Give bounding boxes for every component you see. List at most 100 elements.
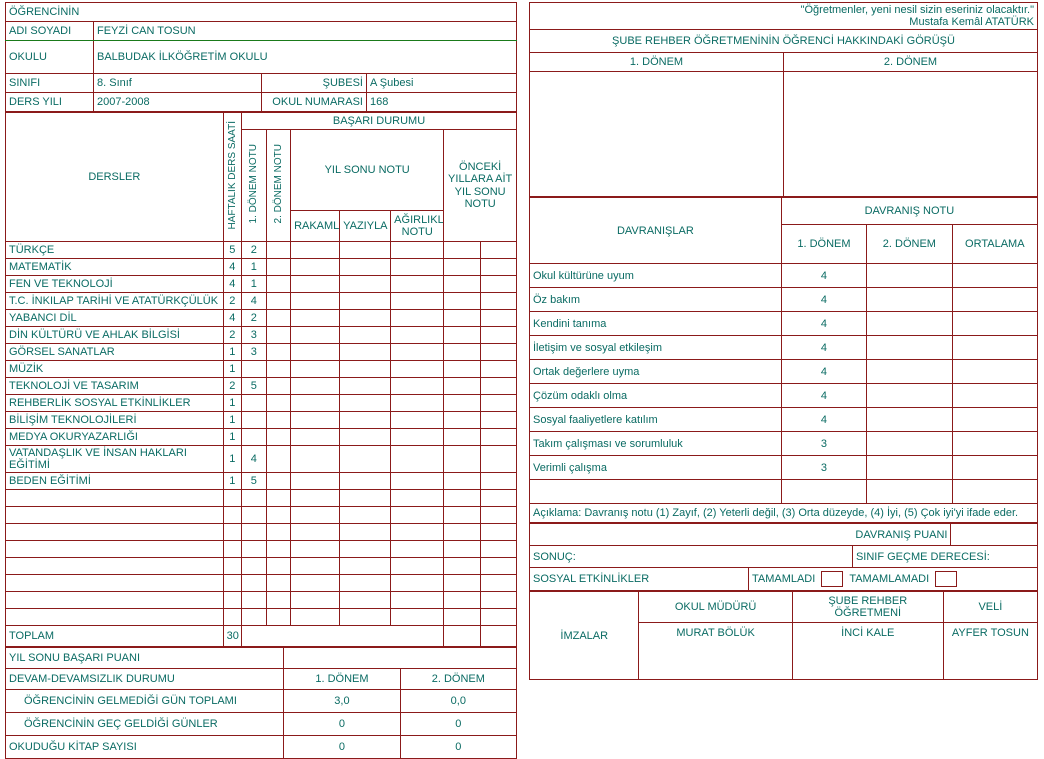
attendance-term2-value: 0,0	[399, 689, 518, 714]
weekly-hours	[222, 608, 243, 627]
yearend-numeric	[290, 292, 341, 310]
previous-year-2	[480, 292, 517, 310]
yearend-written	[339, 326, 392, 344]
yearend-written	[339, 309, 392, 327]
previous-year-1	[443, 506, 482, 525]
opinion-text-term2[interactable]	[783, 71, 1038, 198]
previous-year-2	[480, 506, 517, 525]
yearend-weighted	[390, 557, 445, 576]
previous-year-2	[480, 557, 517, 576]
table-row: "Öğretmenler, yeni nesil sizin eseriniz …	[529, 1, 1038, 31]
previous-year-1	[443, 343, 482, 361]
behavior-term2-value	[866, 287, 953, 313]
yearend-written	[339, 472, 392, 491]
weekly-hours: 4	[222, 275, 243, 293]
yearend-weighted	[390, 394, 445, 412]
weekly-hours: 2	[222, 326, 243, 344]
term2-grade	[265, 428, 292, 446]
behavior-average-value	[951, 335, 1039, 361]
attendance-term1-value: 3,0	[283, 689, 401, 714]
weekly-hours: 1	[222, 411, 243, 429]
name-label: ADI SOYADI	[5, 21, 94, 41]
counselor-signature-area[interactable]	[791, 643, 944, 681]
table-row: Kendini tanıma 4	[529, 311, 1039, 337]
table-row: DİN KÜLTÜRÜ VE AHLAK BİLGİSİ 2 3	[5, 326, 517, 344]
previous-year-2	[480, 275, 517, 293]
table-row	[529, 479, 1039, 505]
total-prev2	[480, 625, 517, 648]
previous-year-1	[443, 309, 482, 327]
subjects-header: DERSLER	[5, 112, 224, 242]
yearend-written	[339, 360, 392, 378]
yearend-written	[339, 523, 392, 542]
subject-name: DİN KÜLTÜRÜ VE AHLAK BİLGİSİ	[5, 326, 224, 344]
opinion-header: ŞUBE REHBER ÖĞRETMENİNİN ÖĞRENCİ HAKKIND…	[529, 29, 1038, 54]
yearend-numeric	[290, 523, 341, 542]
yearend-numeric	[290, 591, 341, 610]
yearend-numeric	[290, 540, 341, 559]
behavior-term2-value	[866, 263, 953, 289]
previous-year-1	[443, 489, 482, 508]
previous-year-2	[480, 309, 517, 327]
weekly-hours: 1	[222, 343, 243, 361]
behavior-name	[529, 479, 782, 505]
yearend-weighted	[390, 275, 445, 293]
term2-grade	[265, 523, 292, 542]
yearend-written	[339, 489, 392, 508]
yearend-numeric	[290, 506, 341, 525]
counselor-label: ŞUBE REHBER ÖĞRETMENİ	[791, 591, 944, 624]
previous-year-2	[480, 540, 517, 559]
term2-grade	[265, 275, 292, 293]
subject-name: TÜRKÇE	[5, 241, 224, 259]
table-row: Ortak değerlere uyma 4	[529, 359, 1039, 385]
table-row: 1. DÖNEM 2. DÖNEM	[529, 52, 1038, 73]
table-row: İMZALAR OKUL MÜDÜRÜ ŞUBE REHBER ÖĞRETMEN…	[528, 591, 1039, 681]
term2-grade	[265, 608, 292, 627]
behavior-average-value	[951, 431, 1039, 457]
total-hours: 30	[222, 625, 243, 648]
term1-grade: 4	[241, 444, 267, 474]
behavior-name: Verimli çalışma	[529, 455, 782, 481]
yearend-weighted	[390, 241, 445, 259]
term1-grade: 3	[241, 343, 267, 361]
term1-grade	[241, 428, 267, 446]
parent-name: AYFER TOSUN	[942, 622, 1039, 644]
completed-label: TAMAMLADI	[751, 573, 816, 586]
previous-year-1	[443, 377, 482, 395]
yearend-numeric	[290, 241, 341, 259]
term2-grade	[265, 377, 292, 395]
table-row: DEVAM-DEVAMSIZLIK DURUMU 1. DÖNEM 2. DÖN…	[4, 668, 518, 691]
school-no-label: OKUL NUMARASI	[260, 92, 367, 112]
table-row: SOSYAL ETKİNLİKLER TAMAMLADI TAMAMLAMADI	[529, 567, 1039, 592]
table-row: DAVRANIŞ PUANI	[528, 523, 1038, 547]
yearend-numeric	[290, 275, 341, 293]
yearend-written	[339, 506, 392, 525]
principal-signature-area[interactable]	[638, 643, 793, 681]
weekly-hours-header-cell: HAFTALIK DERS SAATİ	[222, 112, 243, 242]
social-activities-options: TAMAMLADI TAMAMLAMADI	[747, 567, 1039, 592]
table-row: Öz bakım 4	[529, 287, 1039, 313]
table-row: DERSLER HAFTALIK DERS SAATİ BAŞARI DURUM…	[5, 112, 517, 242]
yearend-score-value	[283, 647, 517, 670]
previous-years-header: ÖNCEKİ YILLARA AİT YIL SONU NOTU	[443, 129, 517, 242]
table-row: ŞUBE REHBER ÖĞRETMENİNİN ÖĞRENCİ HAKKIND…	[529, 29, 1038, 54]
yearend-written	[339, 557, 392, 576]
table-row: ÖĞRENCİNİN	[5, 2, 517, 22]
yearend-weighted	[390, 472, 445, 491]
table-row: Okul kültürüne uyum 4	[529, 263, 1039, 289]
table-row: BEDEN EĞİTİMİ 1 5	[5, 472, 517, 491]
table-row: Çözüm odaklı olma 4	[529, 383, 1039, 409]
opinion-text-term1[interactable]	[529, 71, 784, 198]
previous-year-2	[480, 411, 517, 429]
numeric-header: RAKAMLA	[290, 210, 341, 242]
class-label: SINIFI	[5, 73, 94, 93]
yearend-written	[339, 292, 392, 310]
yearend-header: YIL SONU NOTU	[290, 129, 445, 211]
completed-checkbox[interactable]	[821, 571, 844, 588]
table-row: MEDYA OKURYAZARLIĞI 1	[5, 428, 517, 446]
books-label: OKUDUĞU KİTAP SAYISI	[4, 735, 285, 759]
parent-signature-area[interactable]	[942, 643, 1039, 681]
not-completed-checkbox[interactable]	[935, 571, 958, 588]
yearend-weighted	[390, 377, 445, 395]
summary-body: ÖĞRENCİNİN GELMEDİĞİ GÜN TOPLAMI 3,0 0,0 ÖĞ…	[4, 689, 518, 737]
